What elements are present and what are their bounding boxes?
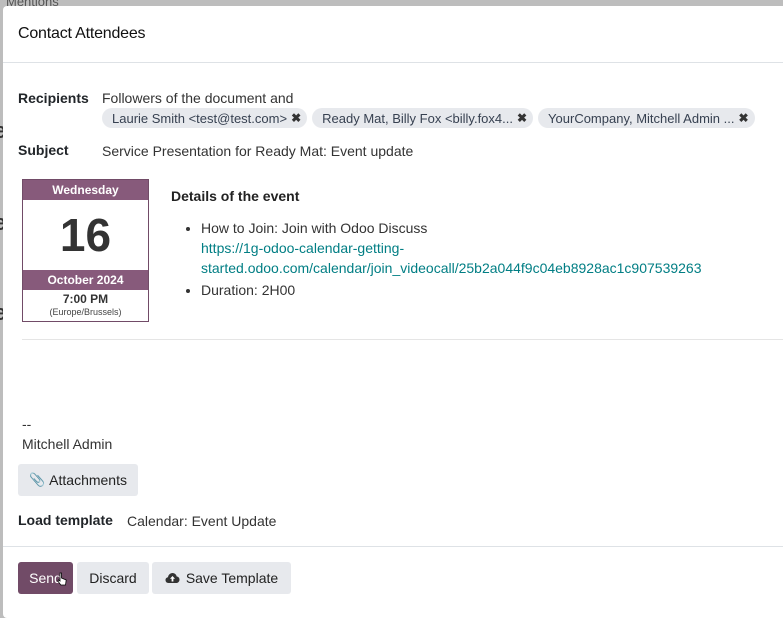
join-link-line1: https://1g-odoo-calendar-getting- [201,240,405,256]
cloud-upload-icon [165,573,180,583]
dialog-header: Contact Attendees [3,6,783,63]
event-date-card: Wednesday 16 October 2024 7:00 PM (Europ… [22,179,149,322]
event-time: 7:00 PM [62,292,109,306]
template-select[interactable]: Calendar: Event Update [127,513,276,529]
join-link-line2: started.odoo.com/calendar/join_videocall… [201,260,702,276]
recipients-label: Recipients [18,90,89,106]
event-duration: Duration: 2H00 [201,280,771,300]
mouse-pointer-icon [57,572,67,586]
join-info: How to Join: Join with Odoo Discuss http… [201,218,771,278]
footer-divider [3,546,783,547]
contact-attendees-dialog: Contact Attendees Recipients Followers o… [3,6,783,618]
discard-button[interactable]: Discard [77,562,149,594]
event-timezone: (Europe/Brussels) [49,307,122,317]
paperclip-icon: 📎 [28,472,46,487]
remove-tag-icon[interactable]: ✖ [738,111,748,125]
save-template-label: Save Template [185,570,279,586]
recipients-tags[interactable]: Laurie Smith <test@test.com> ✖ Ready Mat… [102,108,755,128]
recipients-followers-text: Followers of the document and [102,90,294,106]
subject-label: Subject [18,142,69,158]
remove-tag-icon[interactable]: ✖ [517,111,527,125]
attachments-label: Attachments [49,472,127,488]
subject-field[interactable]: Service Presentation for Ready Mat: Even… [102,143,413,159]
recipient-tag[interactable]: Ready Mat, Billy Fox <billy.fox4... ✖ [312,108,534,128]
recipient-tag-label: Ready Mat, Billy Fox <billy.fox4... [322,110,513,126]
recipient-tag-label: Laurie Smith <test@test.com> [112,110,288,126]
event-weekday: Wednesday [23,180,148,200]
recipient-tag[interactable]: YourCompany, Mitchell Admin ... ✖ [538,108,755,128]
save-template-button[interactable]: Save Template [152,562,291,594]
event-details-title: Details of the event [171,188,300,204]
event-day: 16 [59,209,112,261]
load-template-label: Load template [18,512,113,528]
signature-name: Mitchell Admin [22,436,113,452]
join-label: How to Join: Join with Odoo Discuss [201,220,428,236]
remove-tag-icon[interactable]: ✖ [291,111,301,125]
event-month-year: October 2024 [23,270,148,290]
body-divider [22,339,783,340]
signature-separator: -- [22,416,32,432]
recipient-tag-label: YourCompany, Mitchell Admin ... [548,110,735,126]
recipient-tag[interactable]: Laurie Smith <test@test.com> ✖ [102,108,308,128]
dialog-title: Contact Attendees [18,25,146,42]
attachments-button[interactable]: 📎 Attachments [18,464,138,496]
event-details-list: How to Join: Join with Odoo Discuss http… [171,218,771,300]
join-videocall-link[interactable]: https://1g-odoo-calendar-getting-started… [201,240,702,276]
event-details: Details of the event How to Join: Join w… [171,188,771,302]
